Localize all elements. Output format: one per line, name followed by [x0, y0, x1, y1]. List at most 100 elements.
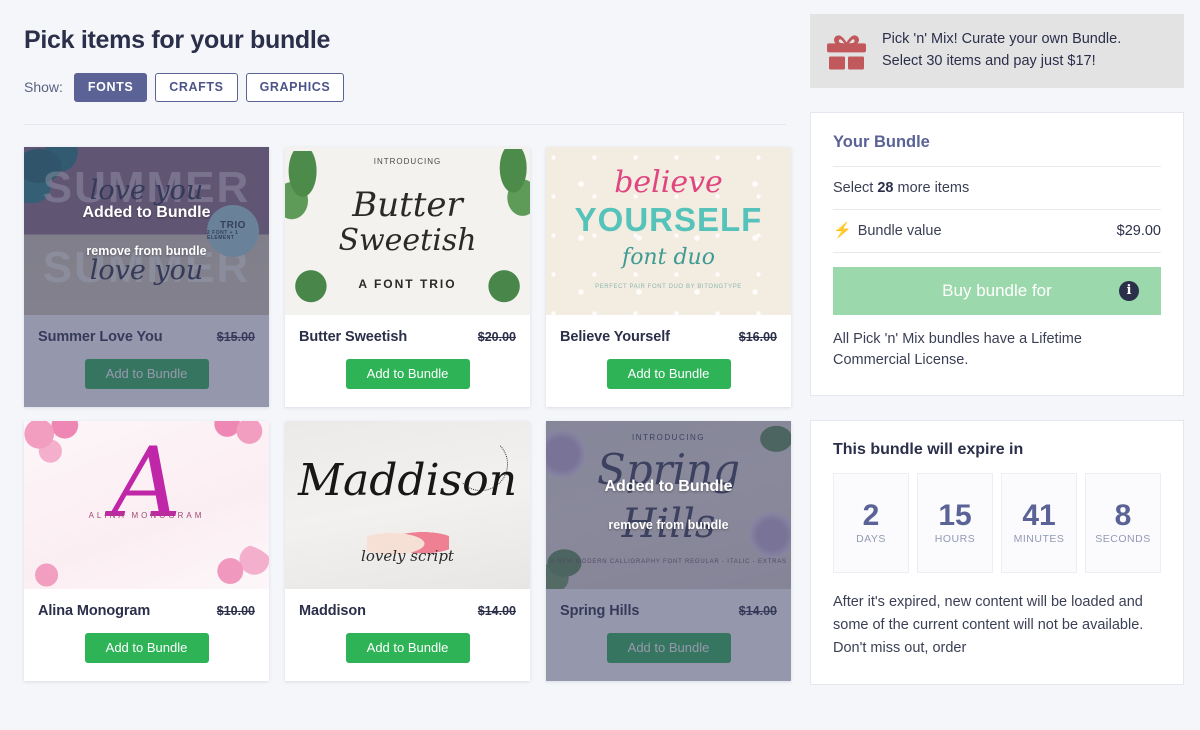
- bundle-builder-page: Pick items for your bundle Show: FONTS C…: [0, 0, 1200, 730]
- art-line-3: font duo: [622, 244, 715, 270]
- product-thumbnail[interactable]: INTRODUCING Butter Sweetish A FONT TRIO: [285, 146, 530, 315]
- items-column: Pick items for your bundle Show: FONTS C…: [0, 0, 810, 730]
- expiry-panel: This bundle will expire in 2 DAYS 15 HOU…: [810, 419, 1184, 686]
- countdown-days-label: DAYS: [856, 532, 886, 545]
- show-label: Show:: [24, 79, 63, 96]
- expiry-note: After it's expired, new content will be …: [833, 593, 1144, 656]
- bundle-value-amount: $29.00: [1116, 222, 1161, 239]
- product-title: Summer Love You: [38, 328, 163, 345]
- countdown-hours-label: HOURS: [934, 532, 976, 545]
- countdown-minutes-label: MINUTES: [1013, 532, 1065, 545]
- countdown-minutes-value: 41: [1022, 498, 1056, 532]
- product-price: $16.00: [738, 329, 777, 344]
- flower-decoration-icon: [189, 542, 269, 589]
- countdown-timer: 2 DAYS 15 HOURS 41 MINUTES 8 SECONDS: [833, 472, 1161, 573]
- product-thumbnail[interactable]: INTRODUCING Spring Hills A NEW MODERN CA…: [546, 420, 791, 589]
- select-more-items-text: Select 28 more items: [833, 167, 1161, 209]
- license-text: All Pick 'n' Mix bundles have a Lifetime…: [833, 330, 1082, 368]
- added-to-bundle-label: Added to Bundle: [604, 477, 733, 495]
- filter-fonts[interactable]: FONTS: [73, 73, 148, 102]
- lightning-bolt-icon: ⚡: [833, 222, 852, 239]
- product-price: $15.00: [216, 329, 255, 344]
- add-to-bundle-button[interactable]: Add to Bundle: [606, 632, 731, 663]
- flower-decoration-icon: [24, 550, 88, 589]
- added-to-bundle-label: Added to Bundle: [82, 203, 211, 221]
- product-title-row: Maddison $14.00: [299, 603, 516, 619]
- product-title-row: Believe Yourself $16.00: [560, 329, 777, 345]
- product-card[interactable]: believe YOURSELF font duo PERFECT PAIR F…: [546, 146, 791, 407]
- add-to-bundle-button[interactable]: Add to Bundle: [345, 358, 470, 389]
- product-card[interactable]: INTRODUCING Spring Hills A NEW MODERN CA…: [546, 420, 791, 681]
- countdown-hours: 15 HOURS: [917, 472, 993, 573]
- select-count: 28: [877, 179, 894, 196]
- product-title-row: Butter Sweetish $20.00: [299, 329, 516, 345]
- product-info: Alina Monogram $10.00 Add to Bundle: [24, 589, 269, 681]
- add-to-bundle-button[interactable]: Add to Bundle: [84, 632, 209, 663]
- expiry-title: This bundle will expire in: [833, 440, 1024, 458]
- promo-line-1: Pick 'n' Mix! Curate your own Bundle.: [882, 31, 1122, 47]
- thumbnail-artwork: believe YOURSELF font duo PERFECT PAIR F…: [546, 146, 791, 315]
- bundle-panel: Your Bundle Select 28 more items ⚡ Bundl…: [810, 111, 1184, 396]
- thumbnail-artwork: INTRODUCING Butter Sweetish A FONT TRIO: [285, 146, 530, 315]
- remove-from-bundle-link[interactable]: remove from bundle: [608, 518, 728, 532]
- filter-graphics[interactable]: GRAPHICS: [245, 73, 345, 102]
- added-overlay[interactable]: Added to Bundle remove from bundle: [24, 147, 269, 315]
- art-line-2: YOURSELF: [574, 200, 763, 238]
- product-card[interactable]: SUMMER love you SUMMER love you TRIO 2 F…: [24, 146, 269, 407]
- bundle-value-label: Bundle value: [857, 222, 942, 239]
- product-title-row: Alina Monogram $10.00: [38, 603, 255, 619]
- promo-banner: Pick 'n' Mix! Curate your own Bundle. Se…: [810, 14, 1184, 88]
- info-icon[interactable]: i: [1119, 280, 1139, 301]
- product-price: $10.00: [216, 603, 255, 618]
- art-word-1: Butter: [352, 184, 463, 225]
- product-info: Believe Yourself $16.00 Add to Bundle: [546, 315, 791, 407]
- product-title: Alina Monogram: [38, 602, 151, 619]
- countdown-seconds-label: SECONDS: [1095, 532, 1151, 545]
- bundle-value-row: ⚡ Bundle value $29.00: [833, 210, 1161, 252]
- product-card[interactable]: Maddison lovely script Maddison $14.00 A…: [285, 420, 530, 681]
- product-title: Spring Hills: [560, 602, 640, 619]
- art-word: Maddison: [297, 454, 518, 506]
- product-thumbnail[interactable]: believe YOURSELF font duo PERFECT PAIR F…: [546, 146, 791, 315]
- product-title-row: Summer Love You $15.00: [38, 329, 255, 345]
- product-card[interactable]: A ALINA MONOGRAM Alina Monogram $10.00 A…: [24, 420, 269, 681]
- sidebar-column: Pick 'n' Mix! Curate your own Bundle. Se…: [810, 0, 1200, 730]
- art-banner: INTRODUCING: [373, 156, 442, 166]
- remove-from-bundle-link[interactable]: remove from bundle: [86, 244, 206, 258]
- product-title-row: Spring Hills $14.00: [560, 603, 777, 619]
- buy-bundle-label: Buy bundle for: [942, 280, 1052, 300]
- product-title: Maddison: [299, 602, 366, 619]
- bundle-value-left: ⚡ Bundle value: [833, 223, 942, 239]
- art-word-2: Sweetish: [338, 222, 477, 258]
- product-price: $20.00: [477, 329, 516, 344]
- panel-divider: [833, 251, 1161, 253]
- product-info: Maddison $14.00 Add to Bundle: [285, 589, 530, 681]
- countdown-minutes: 41 MINUTES: [1001, 472, 1077, 573]
- section-divider: [24, 123, 786, 125]
- product-price: $14.00: [477, 603, 516, 618]
- product-thumbnail[interactable]: Maddison lovely script: [285, 420, 530, 589]
- filter-crafts[interactable]: CRAFTS: [155, 73, 238, 102]
- product-info: Spring Hills $14.00 Add to Bundle: [546, 589, 791, 681]
- product-info: Summer Love You $15.00 Add to Bundle: [24, 315, 269, 407]
- countdown-days: 2 DAYS: [833, 472, 909, 573]
- countdown-hours-value: 15: [938, 498, 972, 532]
- buy-bundle-button[interactable]: Buy bundle for i: [833, 266, 1161, 315]
- product-card[interactable]: INTRODUCING Butter Sweetish A FONT TRIO …: [285, 146, 530, 407]
- add-to-bundle-button[interactable]: Add to Bundle: [606, 358, 731, 389]
- product-thumbnail[interactable]: SUMMER love you SUMMER love you TRIO 2 F…: [24, 146, 269, 315]
- art-line-1: believe: [614, 164, 723, 200]
- select-prefix: Select: [833, 179, 878, 196]
- select-suffix: more items: [893, 179, 970, 196]
- countdown-seconds: 8 SECONDS: [1085, 472, 1161, 573]
- product-thumbnail[interactable]: A ALINA MONOGRAM: [24, 420, 269, 589]
- add-to-bundle-button[interactable]: Add to Bundle: [345, 632, 470, 663]
- promo-line-2: Select 30 items and pay just $17!: [882, 52, 1096, 69]
- art-monogram-caption: ALINA MONOGRAM: [88, 510, 205, 520]
- product-grid: SUMMER love you SUMMER love you TRIO 2 F…: [24, 146, 791, 681]
- add-to-bundle-button[interactable]: Add to Bundle: [84, 358, 209, 389]
- added-overlay[interactable]: Added to Bundle remove from bundle: [546, 421, 791, 589]
- filter-bar: Show: FONTS CRAFTS GRAPHICS: [24, 73, 786, 102]
- gift-icon: [826, 31, 868, 71]
- art-line-4: PERFECT PAIR FONT DUO BY BITONGTYPE: [595, 283, 742, 290]
